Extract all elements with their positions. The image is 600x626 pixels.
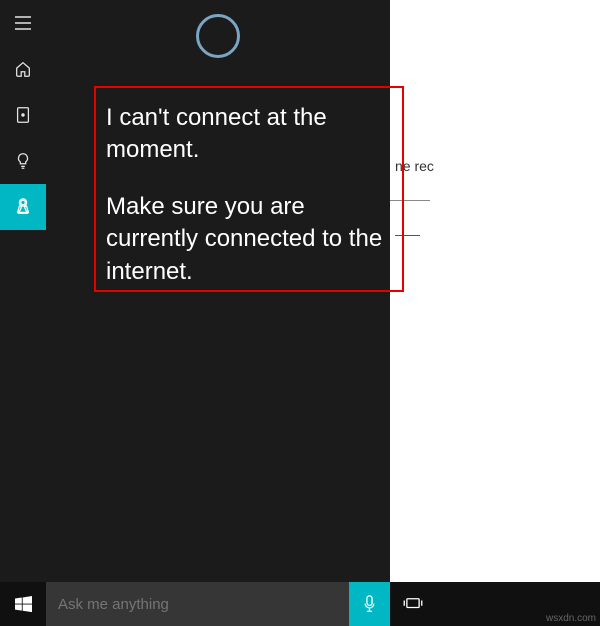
microphone-button[interactable] xyxy=(349,582,390,626)
error-message-line2: Make sure you are currently connected to… xyxy=(106,191,392,288)
notebook-icon xyxy=(14,106,32,124)
task-view-icon xyxy=(402,597,424,611)
hamburger-icon xyxy=(13,13,33,33)
start-button[interactable] xyxy=(0,582,46,626)
feedback-icon xyxy=(14,198,32,216)
feedback-button[interactable] xyxy=(0,184,46,230)
error-message-line1: I can't connect at the moment. xyxy=(106,102,392,167)
cortana-search-box[interactable] xyxy=(46,582,349,626)
home-icon xyxy=(14,60,32,78)
notebook-button[interactable] xyxy=(0,92,46,138)
bulb-icon xyxy=(14,152,32,170)
taskbar xyxy=(0,582,600,626)
windows-icon xyxy=(15,596,32,613)
cortana-sidebar xyxy=(0,0,46,582)
cortana-panel: I can't connect at the moment. Make sure… xyxy=(0,0,390,582)
search-input[interactable] xyxy=(58,596,337,613)
tips-button[interactable] xyxy=(0,138,46,184)
cortana-logo-icon xyxy=(196,14,240,58)
task-view-button[interactable] xyxy=(390,582,436,626)
home-button[interactable] xyxy=(0,46,46,92)
error-message-highlight: I can't connect at the moment. Make sure… xyxy=(94,86,404,292)
microphone-icon xyxy=(362,595,377,614)
cortana-content: I can't connect at the moment. Make sure… xyxy=(46,0,390,582)
watermark: wsxdn.com xyxy=(546,613,596,624)
hamburger-menu-button[interactable] xyxy=(0,0,46,46)
